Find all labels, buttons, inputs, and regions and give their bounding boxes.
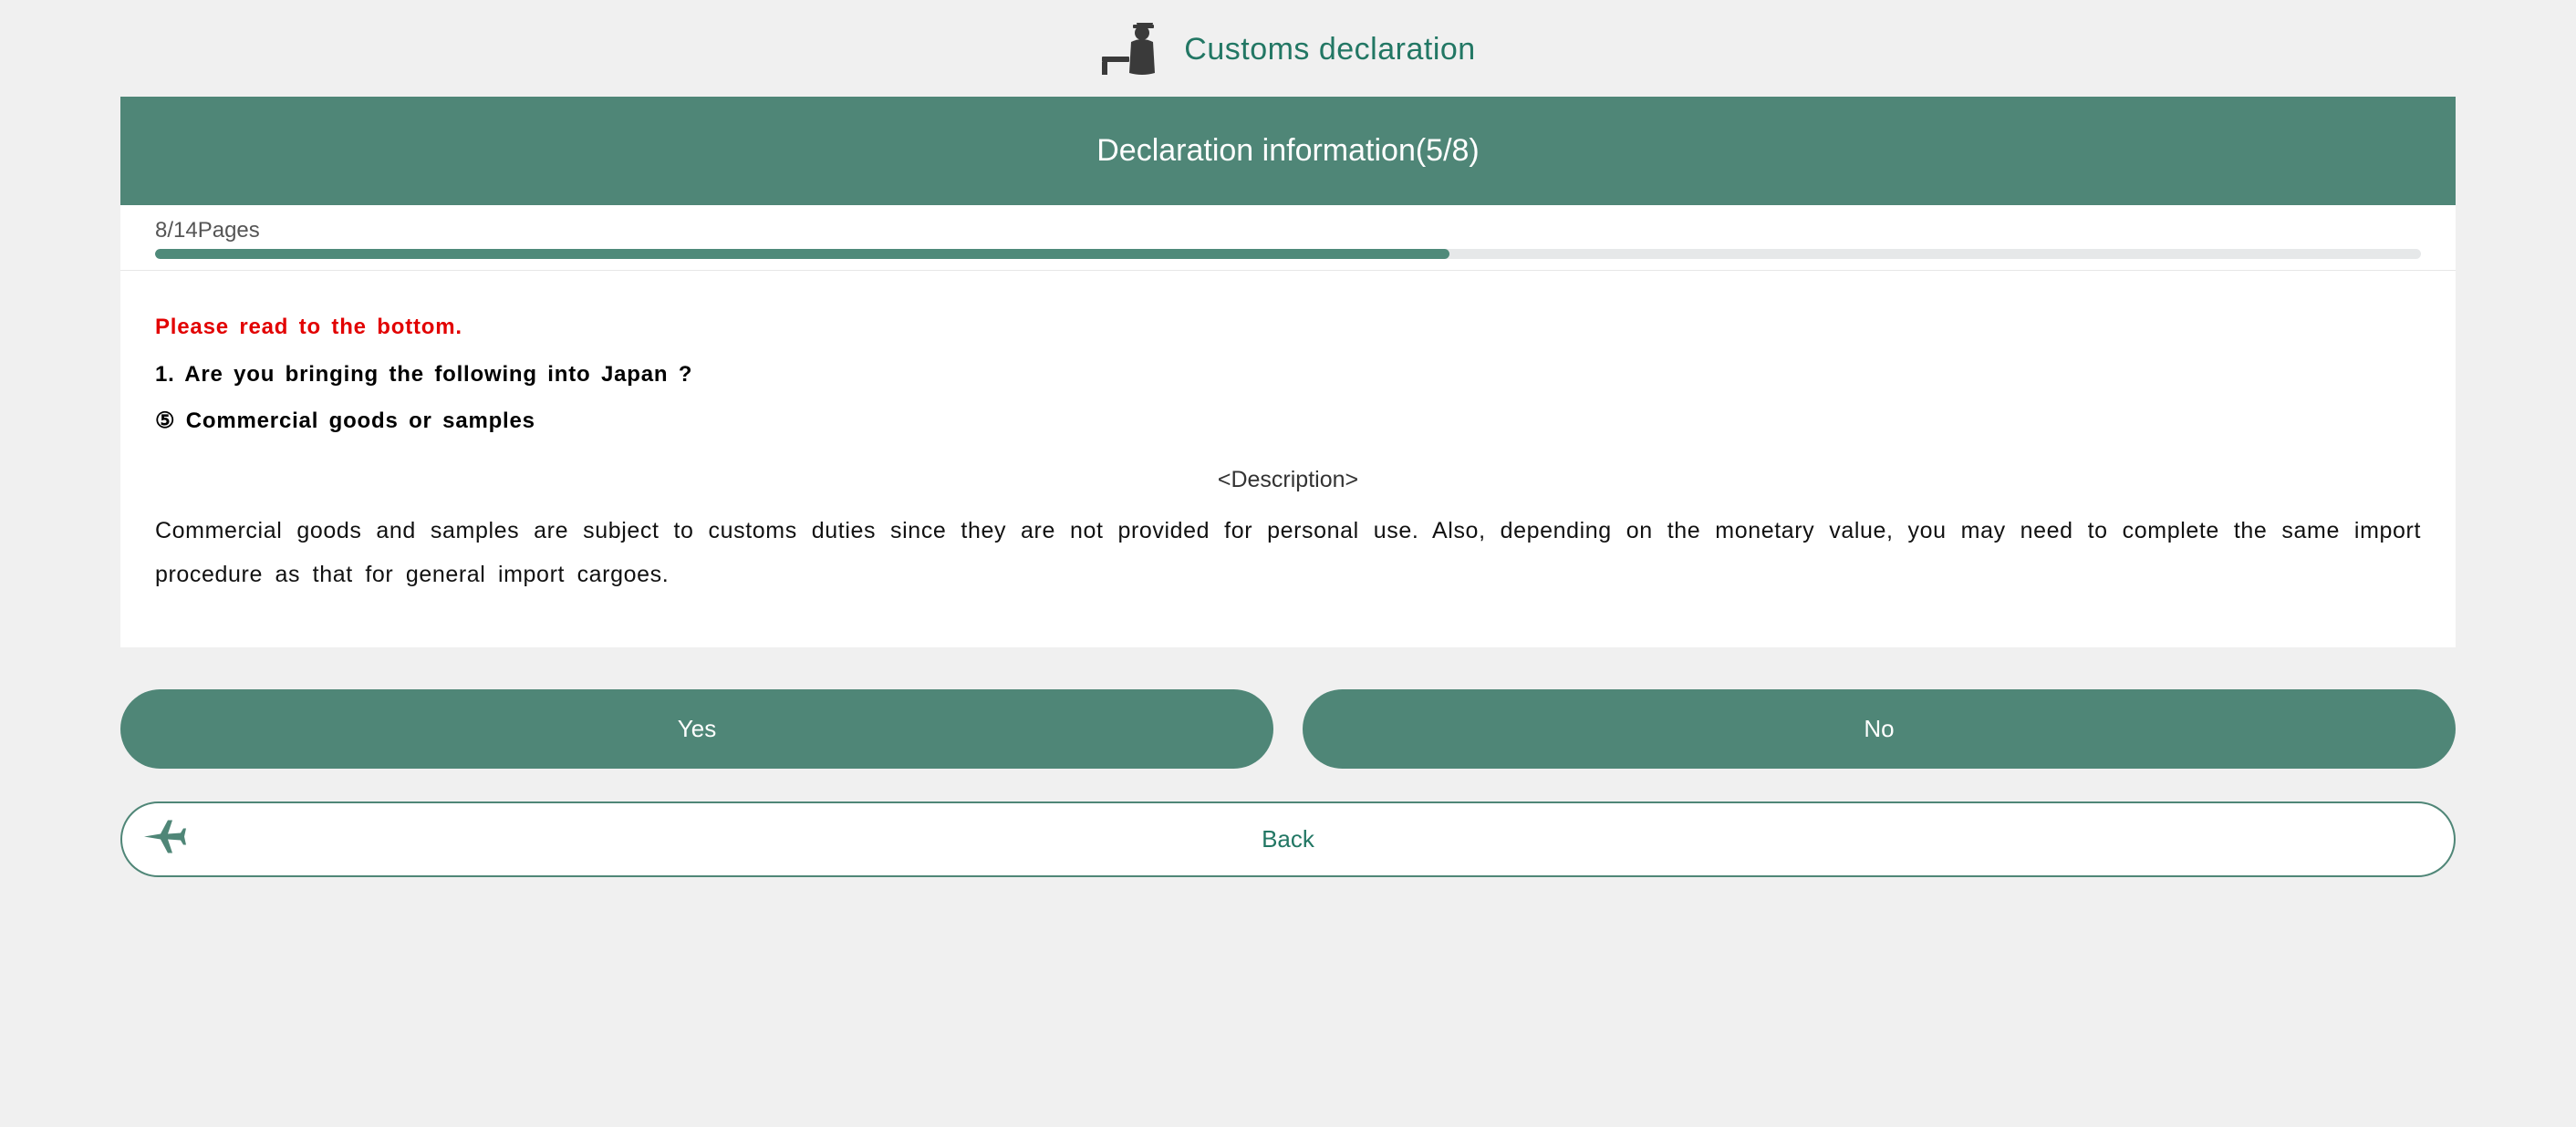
no-button[interactable]: No [1303, 689, 2456, 769]
no-button-label: No [1864, 715, 1894, 742]
app-title: Customs declaration [1184, 32, 1475, 67]
main-container: Declaration information(5/8) 8/14Pages P… [120, 97, 2456, 877]
question-panel: Please read to the bottom. 1. Are you br… [120, 271, 2456, 647]
progress-fill [155, 249, 1449, 259]
customs-officer-icon [1100, 22, 1168, 77]
page-root: Customs declaration Declaration informat… [0, 0, 2576, 877]
description-heading: <Description> [155, 467, 2421, 493]
question-item: ⑤ Commercial goods or samples [155, 408, 2421, 434]
back-button-label: Back [140, 825, 2436, 853]
app-header: Customs declaration [0, 0, 2576, 97]
progress-area: 8/14Pages [120, 205, 2456, 271]
airplane-icon [142, 818, 186, 861]
back-button[interactable]: Back [120, 801, 2456, 877]
progress-track [155, 249, 2421, 259]
progress-label: 8/14Pages [155, 218, 2421, 243]
yes-button[interactable]: Yes [120, 689, 1273, 769]
section-title-bar: Declaration information(5/8) [120, 97, 2456, 205]
section-title: Declaration information(5/8) [1096, 133, 1480, 168]
description-body: Commercial goods and samples are subject… [155, 510, 2421, 596]
answer-button-row: Yes No [120, 689, 2456, 769]
read-to-bottom-alert: Please read to the bottom. [155, 315, 2421, 340]
yes-button-label: Yes [678, 715, 716, 742]
question-text: 1. Are you bringing the following into J… [155, 362, 2421, 388]
